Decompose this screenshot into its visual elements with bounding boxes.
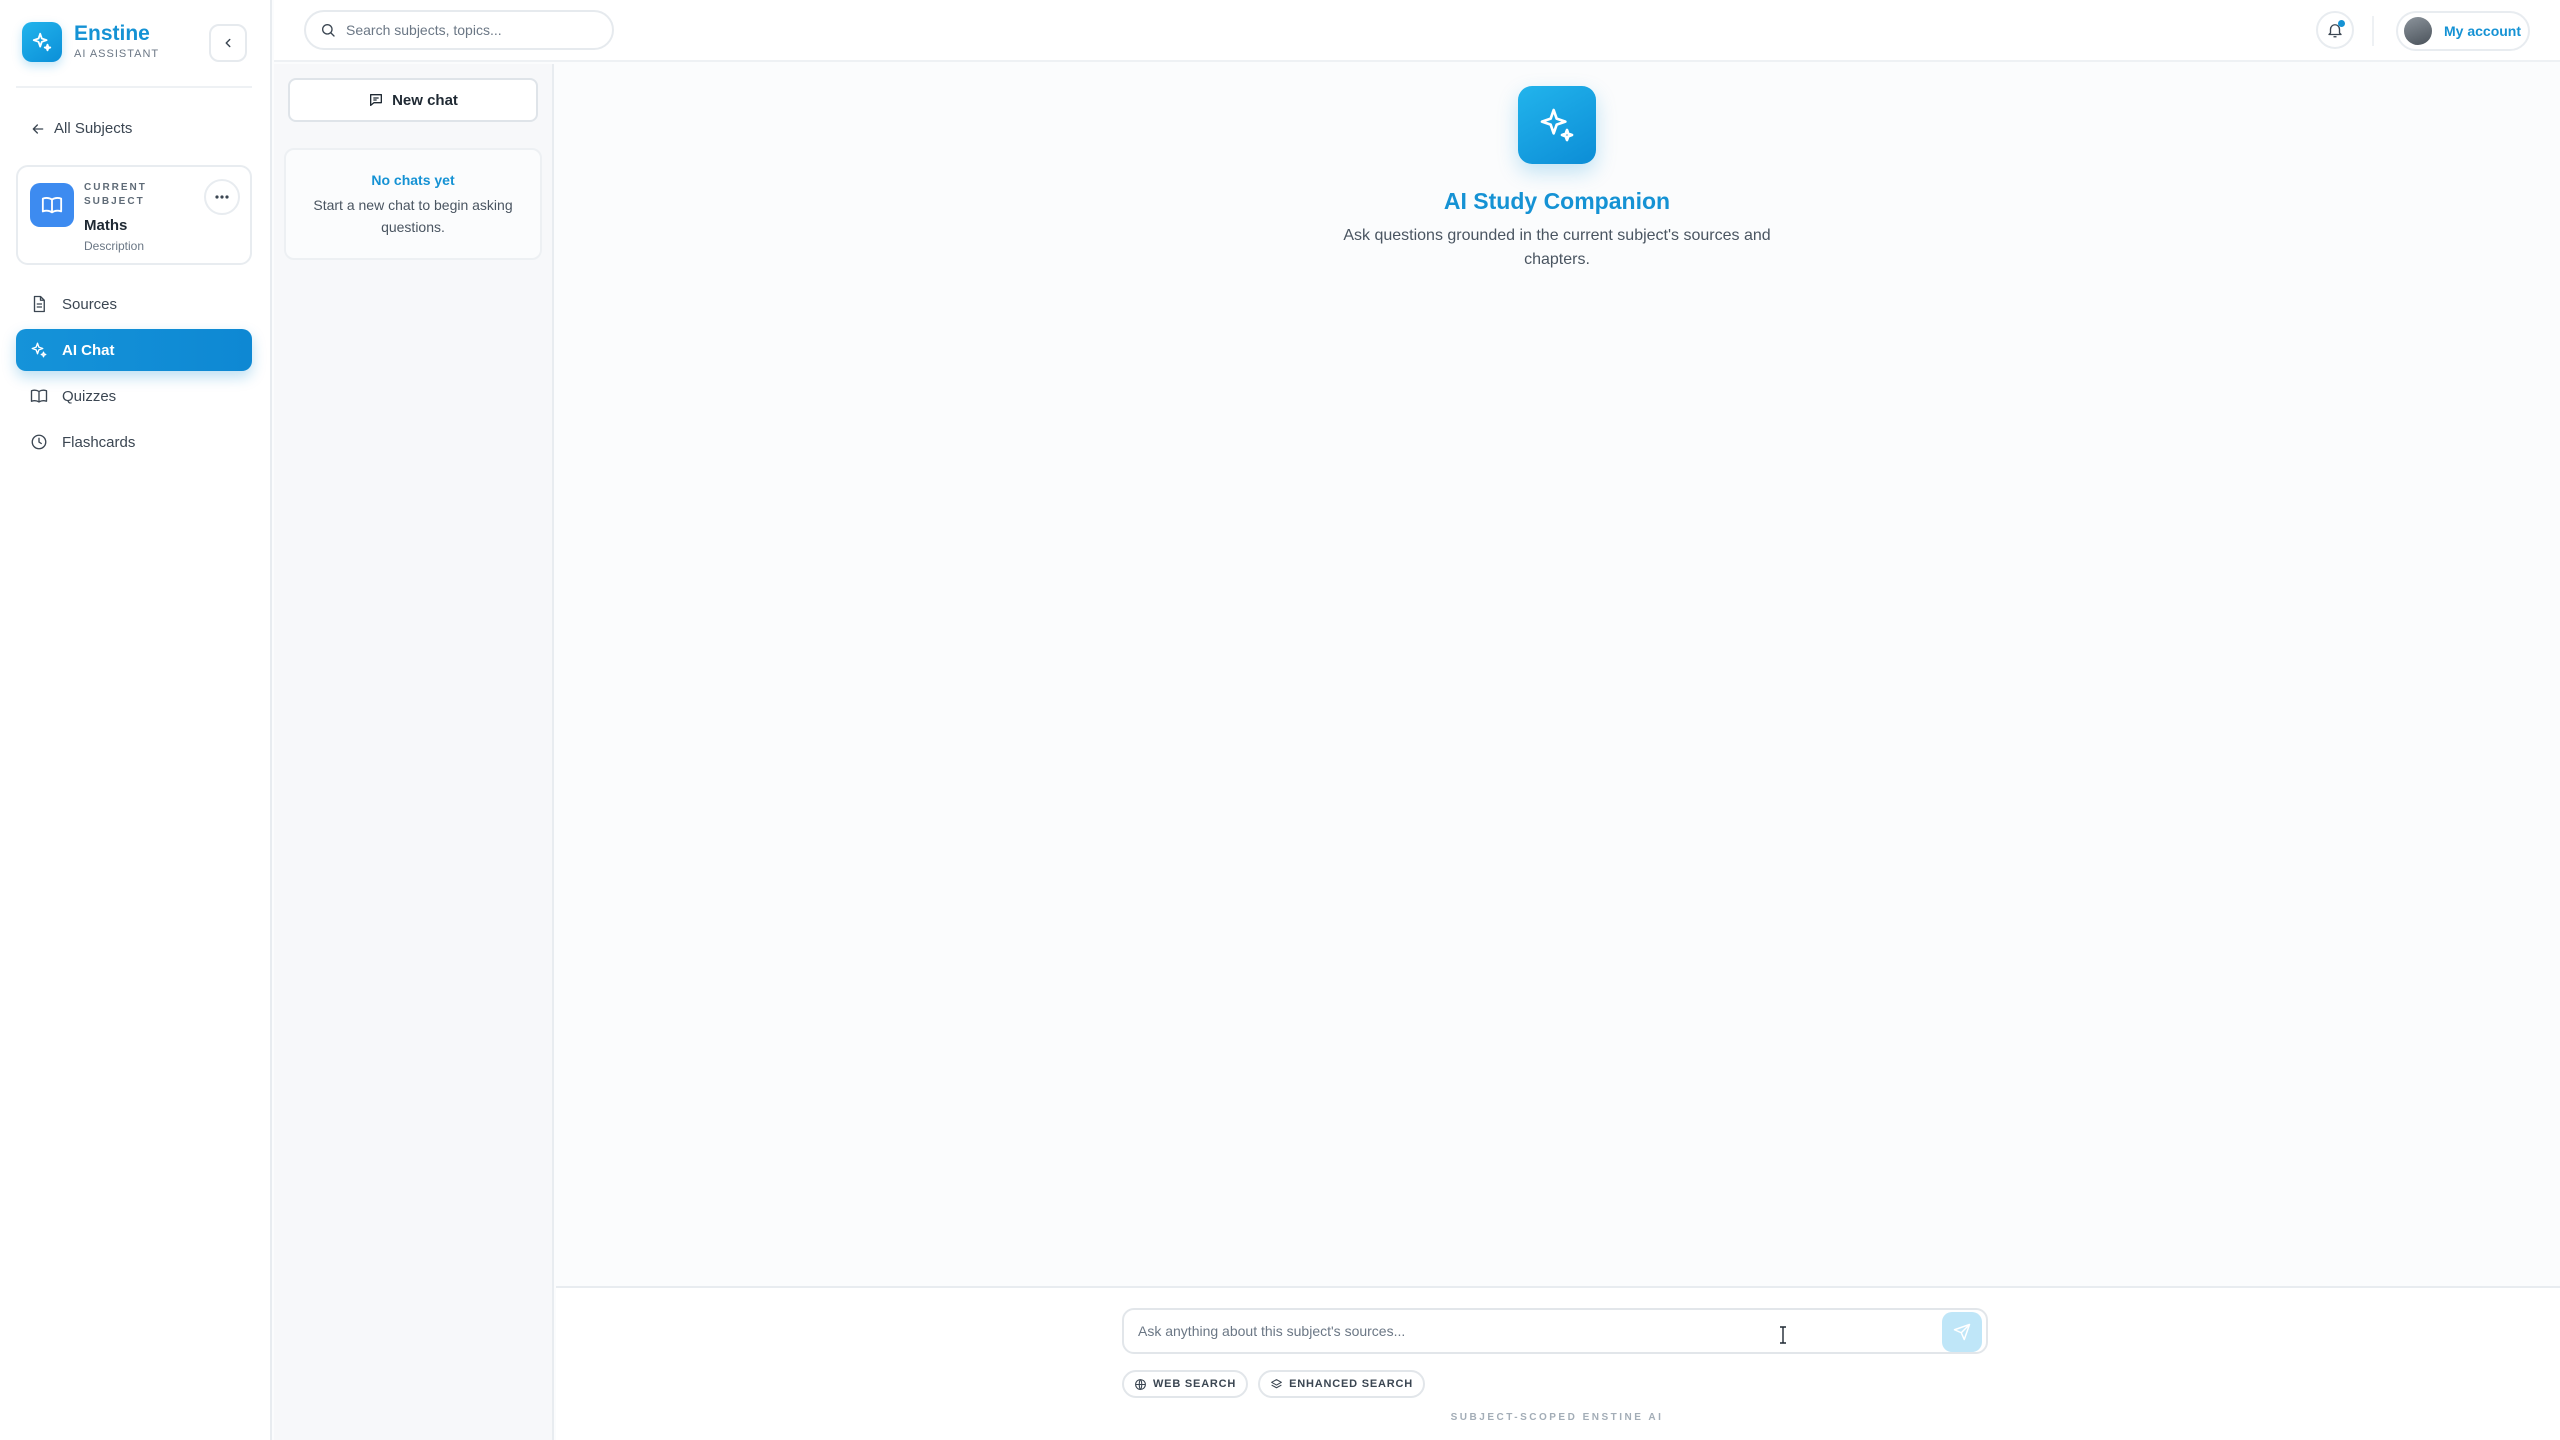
sidebar-item-label: Flashcards xyxy=(62,433,136,451)
account-button[interactable]: My account xyxy=(2396,11,2530,51)
sidebar-item-ai-chat[interactable]: AI Chat xyxy=(16,329,252,371)
search-box[interactable] xyxy=(304,10,614,50)
brand[interactable]: Enstine AI ASSISTANT xyxy=(22,22,159,62)
chat-main: AI Study Companion Ask questions grounde… xyxy=(556,64,2560,1440)
chip-label: WEB SEARCH xyxy=(1153,1378,1237,1390)
book-open-icon xyxy=(30,183,74,227)
all-subjects-label: All Subjects xyxy=(54,120,133,137)
subject-more-button[interactable] xyxy=(204,179,240,215)
brand-subtitle: AI ASSISTANT xyxy=(74,48,160,60)
sidebar-nav: Sources AI Chat Quizzes Flashcards xyxy=(16,283,252,467)
hero-subtitle: Ask questions grounded in the current su… xyxy=(1343,227,1771,268)
empty-chats-card: No chats yet Start a new chat to begin a… xyxy=(284,148,542,260)
sidebar-item-label: Sources xyxy=(62,295,118,313)
chip-label: ENHANCED SEARCH xyxy=(1289,1378,1414,1390)
all-subjects-link[interactable]: All Subjects xyxy=(30,120,132,137)
sparkles-icon xyxy=(22,22,62,62)
collapse-sidebar-button[interactable] xyxy=(209,24,247,62)
account-label: My account xyxy=(2444,23,2522,39)
empty-chats-title: No chats yet xyxy=(371,172,455,188)
arrow-left-icon xyxy=(32,123,44,134)
sparkles-icon xyxy=(31,342,47,358)
sidebar-item-quizzes[interactable]: Quizzes xyxy=(16,375,252,417)
divider xyxy=(2372,16,2374,46)
chat-list-panel: New chat No chats yet Start a new chat t… xyxy=(274,64,554,1440)
notifications-button[interactable] xyxy=(2316,11,2354,49)
book-open-icon xyxy=(30,389,48,403)
enhanced-search-chip[interactable]: ENHANCED SEARCH xyxy=(1258,1370,1426,1398)
more-horizontal-icon xyxy=(215,195,229,199)
sidebar-item-label: Quizzes xyxy=(62,387,117,405)
subject-name: Maths xyxy=(84,217,128,234)
send-button[interactable] xyxy=(1942,1312,1982,1352)
search-input[interactable] xyxy=(346,22,606,38)
new-chat-button[interactable]: New chat xyxy=(288,78,538,122)
layers-icon xyxy=(1271,1378,1283,1388)
text-cursor-icon xyxy=(1780,1326,1786,1344)
current-subject-card[interactable]: CURRENT SUBJECT Maths Description xyxy=(16,165,252,265)
prompt-box[interactable] xyxy=(1122,1308,1988,1354)
subject-description: Description xyxy=(84,239,145,253)
subject-kicker: CURRENT SUBJECT xyxy=(84,182,147,207)
avatar xyxy=(2404,17,2432,45)
sidebar-item-sources[interactable]: Sources xyxy=(16,283,252,325)
globe-icon xyxy=(1135,1378,1146,1390)
search-mode-chips: WEB SEARCH ENHANCED SEARCH xyxy=(1122,1370,1435,1398)
chevron-left-icon xyxy=(225,38,231,48)
message-square-icon xyxy=(370,94,383,106)
sidebar-item-label: AI Chat xyxy=(62,341,115,359)
footnote: SUBJECT-SCOPED ENSTINE AI xyxy=(1450,1412,1664,1423)
empty-chats-text: Start a new chat to begin asking questio… xyxy=(313,197,513,235)
notification-dot xyxy=(2338,20,2345,27)
clock-icon xyxy=(31,434,47,450)
web-search-chip[interactable]: WEB SEARCH xyxy=(1122,1370,1249,1398)
composer: WEB SEARCH ENHANCED SEARCH SUBJECT-SCOPE… xyxy=(556,1286,2560,1440)
search-icon xyxy=(322,24,335,37)
file-text-icon xyxy=(33,295,45,313)
top-bar: My account xyxy=(274,0,2560,62)
sidebar-item-flashcards[interactable]: Flashcards xyxy=(16,421,252,463)
new-chat-label: New chat xyxy=(392,91,458,109)
divider xyxy=(16,86,252,88)
prompt-input[interactable] xyxy=(1138,1323,1918,1339)
sparkles-icon xyxy=(1518,86,1596,164)
send-icon xyxy=(1953,1323,1971,1341)
brand-name: Enstine xyxy=(74,22,150,45)
sidebar: Enstine AI ASSISTANT All Subjects CURREN… xyxy=(0,0,272,1440)
hero-title: AI Study Companion xyxy=(1443,188,1671,214)
